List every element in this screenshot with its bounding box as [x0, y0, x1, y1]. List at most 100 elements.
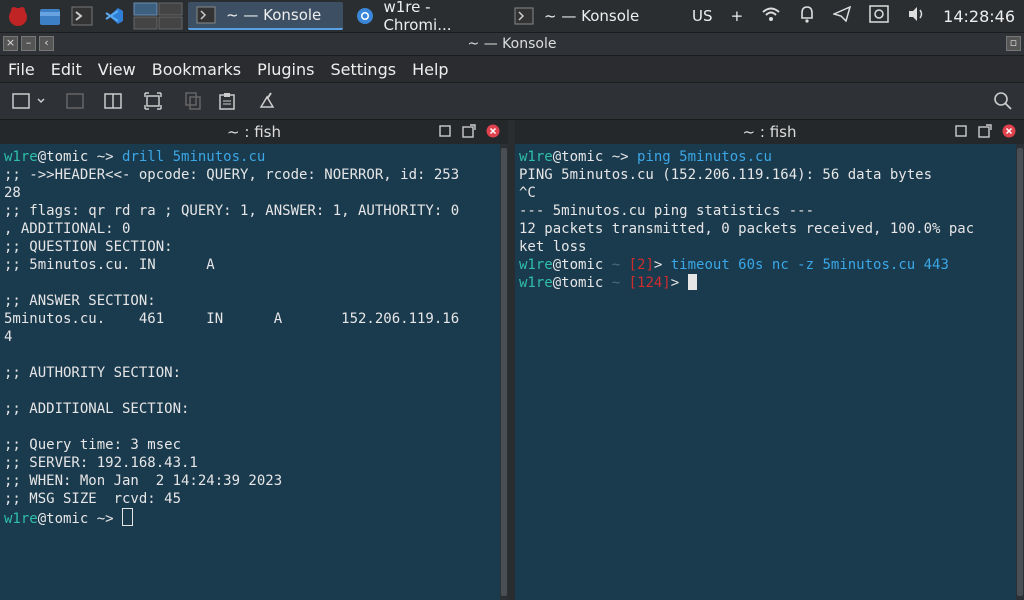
pane-title: ~ : fish [227, 123, 281, 141]
command [114, 511, 122, 527]
terminal-line: ket loss [519, 238, 1024, 256]
menu-view[interactable]: View [90, 60, 144, 79]
task-label: ~ — Konsole [226, 6, 322, 24]
prompt-gt: > [670, 275, 680, 291]
search-icon[interactable] [990, 89, 1016, 113]
terminal-icon [514, 7, 534, 25]
command: drill 5minutos.cu [113, 149, 266, 165]
menu-file[interactable]: File [0, 60, 43, 79]
taskbar: ~ — Konsole w1re - Chromi... ~ — Konsole… [0, 0, 1024, 34]
clock[interactable]: 14:28:46 [943, 7, 1015, 26]
telegram-icon[interactable] [831, 5, 852, 26]
output-text: 28 [4, 185, 21, 201]
copy-icon[interactable] [180, 89, 206, 113]
volume-icon[interactable] [907, 6, 925, 26]
prompt-user: w1re [4, 149, 38, 165]
terminal-line: ;; QUESTION SECTION: [4, 238, 508, 256]
app-launcher-icon[interactable] [4, 2, 32, 30]
output-text: ;; QUESTION SECTION: [4, 239, 173, 255]
new-tab-icon[interactable] [8, 89, 48, 113]
maximize-pane-icon[interactable] [438, 124, 452, 142]
task-konsole-2[interactable]: ~ — Konsole [506, 2, 661, 30]
terminal-line: ;; SERVER: 192.168.43.1 [4, 454, 508, 472]
detach-tab-icon[interactable] [62, 89, 88, 113]
terminal-line: 4 [4, 328, 508, 346]
right-pane-header: ~ : fish [515, 120, 1024, 144]
menu-settings[interactable]: Settings [322, 60, 404, 79]
window-titlebar[interactable]: × – ‹ ▫ ~ — Konsole [0, 33, 1024, 55]
scrollbar[interactable] [1016, 144, 1024, 600]
add-icon[interactable]: + [731, 7, 744, 25]
file-manager-icon[interactable] [36, 2, 64, 30]
prompt-path: ~> [603, 149, 629, 165]
prompt-host: @tomic [552, 275, 604, 291]
terminal-launcher-icon[interactable] [68, 2, 96, 30]
prompt-host: @tomic [37, 511, 89, 527]
terminal-line: ;; ->>HEADER<<- opcode: QUERY, rcode: NO… [4, 166, 508, 184]
vscode-icon[interactable] [100, 2, 128, 30]
menu-edit[interactable]: Edit [43, 60, 90, 79]
prompt-path: ~> [88, 511, 114, 527]
prompt-path: ~> [88, 149, 114, 165]
task-label: w1re - Chromi... [383, 0, 452, 34]
output-text: PING 5minutos.cu (152.206.119.164): 56 d… [519, 167, 933, 183]
terminal-line: w1re@tomic ~> [4, 508, 508, 528]
text-cursor [122, 508, 134, 526]
terminal-line: ;; WHEN: Mon Jan 2 14:24:39 2023 [4, 472, 508, 490]
task-label: ~ — Konsole [544, 7, 640, 25]
terminal-line: 28 [4, 184, 508, 202]
wifi-icon[interactable] [761, 6, 781, 26]
terminal-line: ;; AUTHORITY SECTION: [4, 364, 508, 382]
menu-help[interactable]: Help [404, 60, 456, 79]
detach-pane-icon[interactable] [978, 124, 992, 142]
close-pane-icon[interactable] [486, 124, 500, 142]
toolbar [0, 83, 1024, 120]
output-text: ;; AUTHORITY SECTION: [4, 365, 182, 381]
right-terminal-pane[interactable]: ~ : fish w1re@tomic ~> ping 5minutos.cu P… [515, 120, 1024, 600]
output-text: 5minutos.cu. 461 IN A 152.206.119.16 [4, 311, 460, 327]
detach-pane-icon[interactable] [462, 124, 476, 142]
command [679, 275, 687, 291]
exit-status: [2] [620, 257, 654, 273]
clear-scrollback-icon[interactable] [254, 89, 280, 113]
terminal-line: --- 5minutos.cu ping statistics --- [519, 202, 1024, 220]
close-window-button[interactable]: × [3, 36, 18, 51]
split-handle[interactable] [508, 120, 515, 600]
output-text: ;; Query time: 3 msec [4, 437, 182, 453]
output-text: ket loss [519, 239, 587, 255]
menu-plugins[interactable]: Plugins [249, 60, 322, 79]
terminal-line: ;; flags: qr rd ra ; QUERY: 1, ANSWER: 1… [4, 202, 508, 220]
maximize-pane-icon[interactable] [954, 124, 968, 142]
command: timeout 60s nc -z 5minutos.cu 443 [662, 257, 949, 273]
task-konsole-1[interactable]: ~ — Konsole [188, 2, 343, 30]
close-pane-icon[interactable] [1002, 124, 1016, 142]
output-text: ^C [519, 185, 536, 201]
paste-icon[interactable] [214, 89, 240, 113]
text-cursor [687, 274, 697, 290]
minimize-window-button[interactable]: – [21, 36, 36, 51]
screenshot-icon[interactable] [869, 5, 889, 27]
left-terminal-pane[interactable]: ~ : fish w1re@tomic ~> drill 5minutos.cu… [0, 120, 508, 600]
scroll-left-icon[interactable]: ‹ [39, 36, 54, 51]
terminal-line: ;; ANSWER SECTION: [4, 292, 508, 310]
keyboard-layout[interactable]: US [692, 7, 713, 25]
terminal-line: 12 packets transmitted, 0 packets receiv… [519, 220, 1024, 238]
terminal-output[interactable]: w1re@tomic ~> ping 5minutos.cu PING 5minu… [515, 144, 1024, 292]
prompt-user: w1re [519, 149, 553, 165]
scrollbar[interactable] [500, 144, 508, 600]
maximize-view-icon[interactable] [140, 89, 166, 113]
output-text: 4 [4, 329, 13, 345]
menu-bookmarks[interactable]: Bookmarks [144, 60, 249, 79]
terminal-line: ;; Query time: 3 msec [4, 436, 508, 454]
terminal-output[interactable]: w1re@tomic ~> drill 5minutos.cu;; ->>HEA… [0, 144, 508, 528]
desktop-pager-icon[interactable] [132, 2, 184, 30]
split-view-icon[interactable] [100, 89, 126, 113]
left-pane-header: ~ : fish [0, 120, 508, 144]
prompt-path: ~ [603, 257, 621, 273]
chromium-icon [357, 8, 373, 24]
prompt-host: @tomic [552, 149, 604, 165]
output-text: --- 5minutos.cu ping statistics --- [519, 203, 815, 219]
task-chromium[interactable]: w1re - Chromi... [347, 0, 502, 34]
bell-icon[interactable] [799, 5, 815, 27]
maximize-window-button[interactable]: ▫ [1006, 36, 1021, 51]
